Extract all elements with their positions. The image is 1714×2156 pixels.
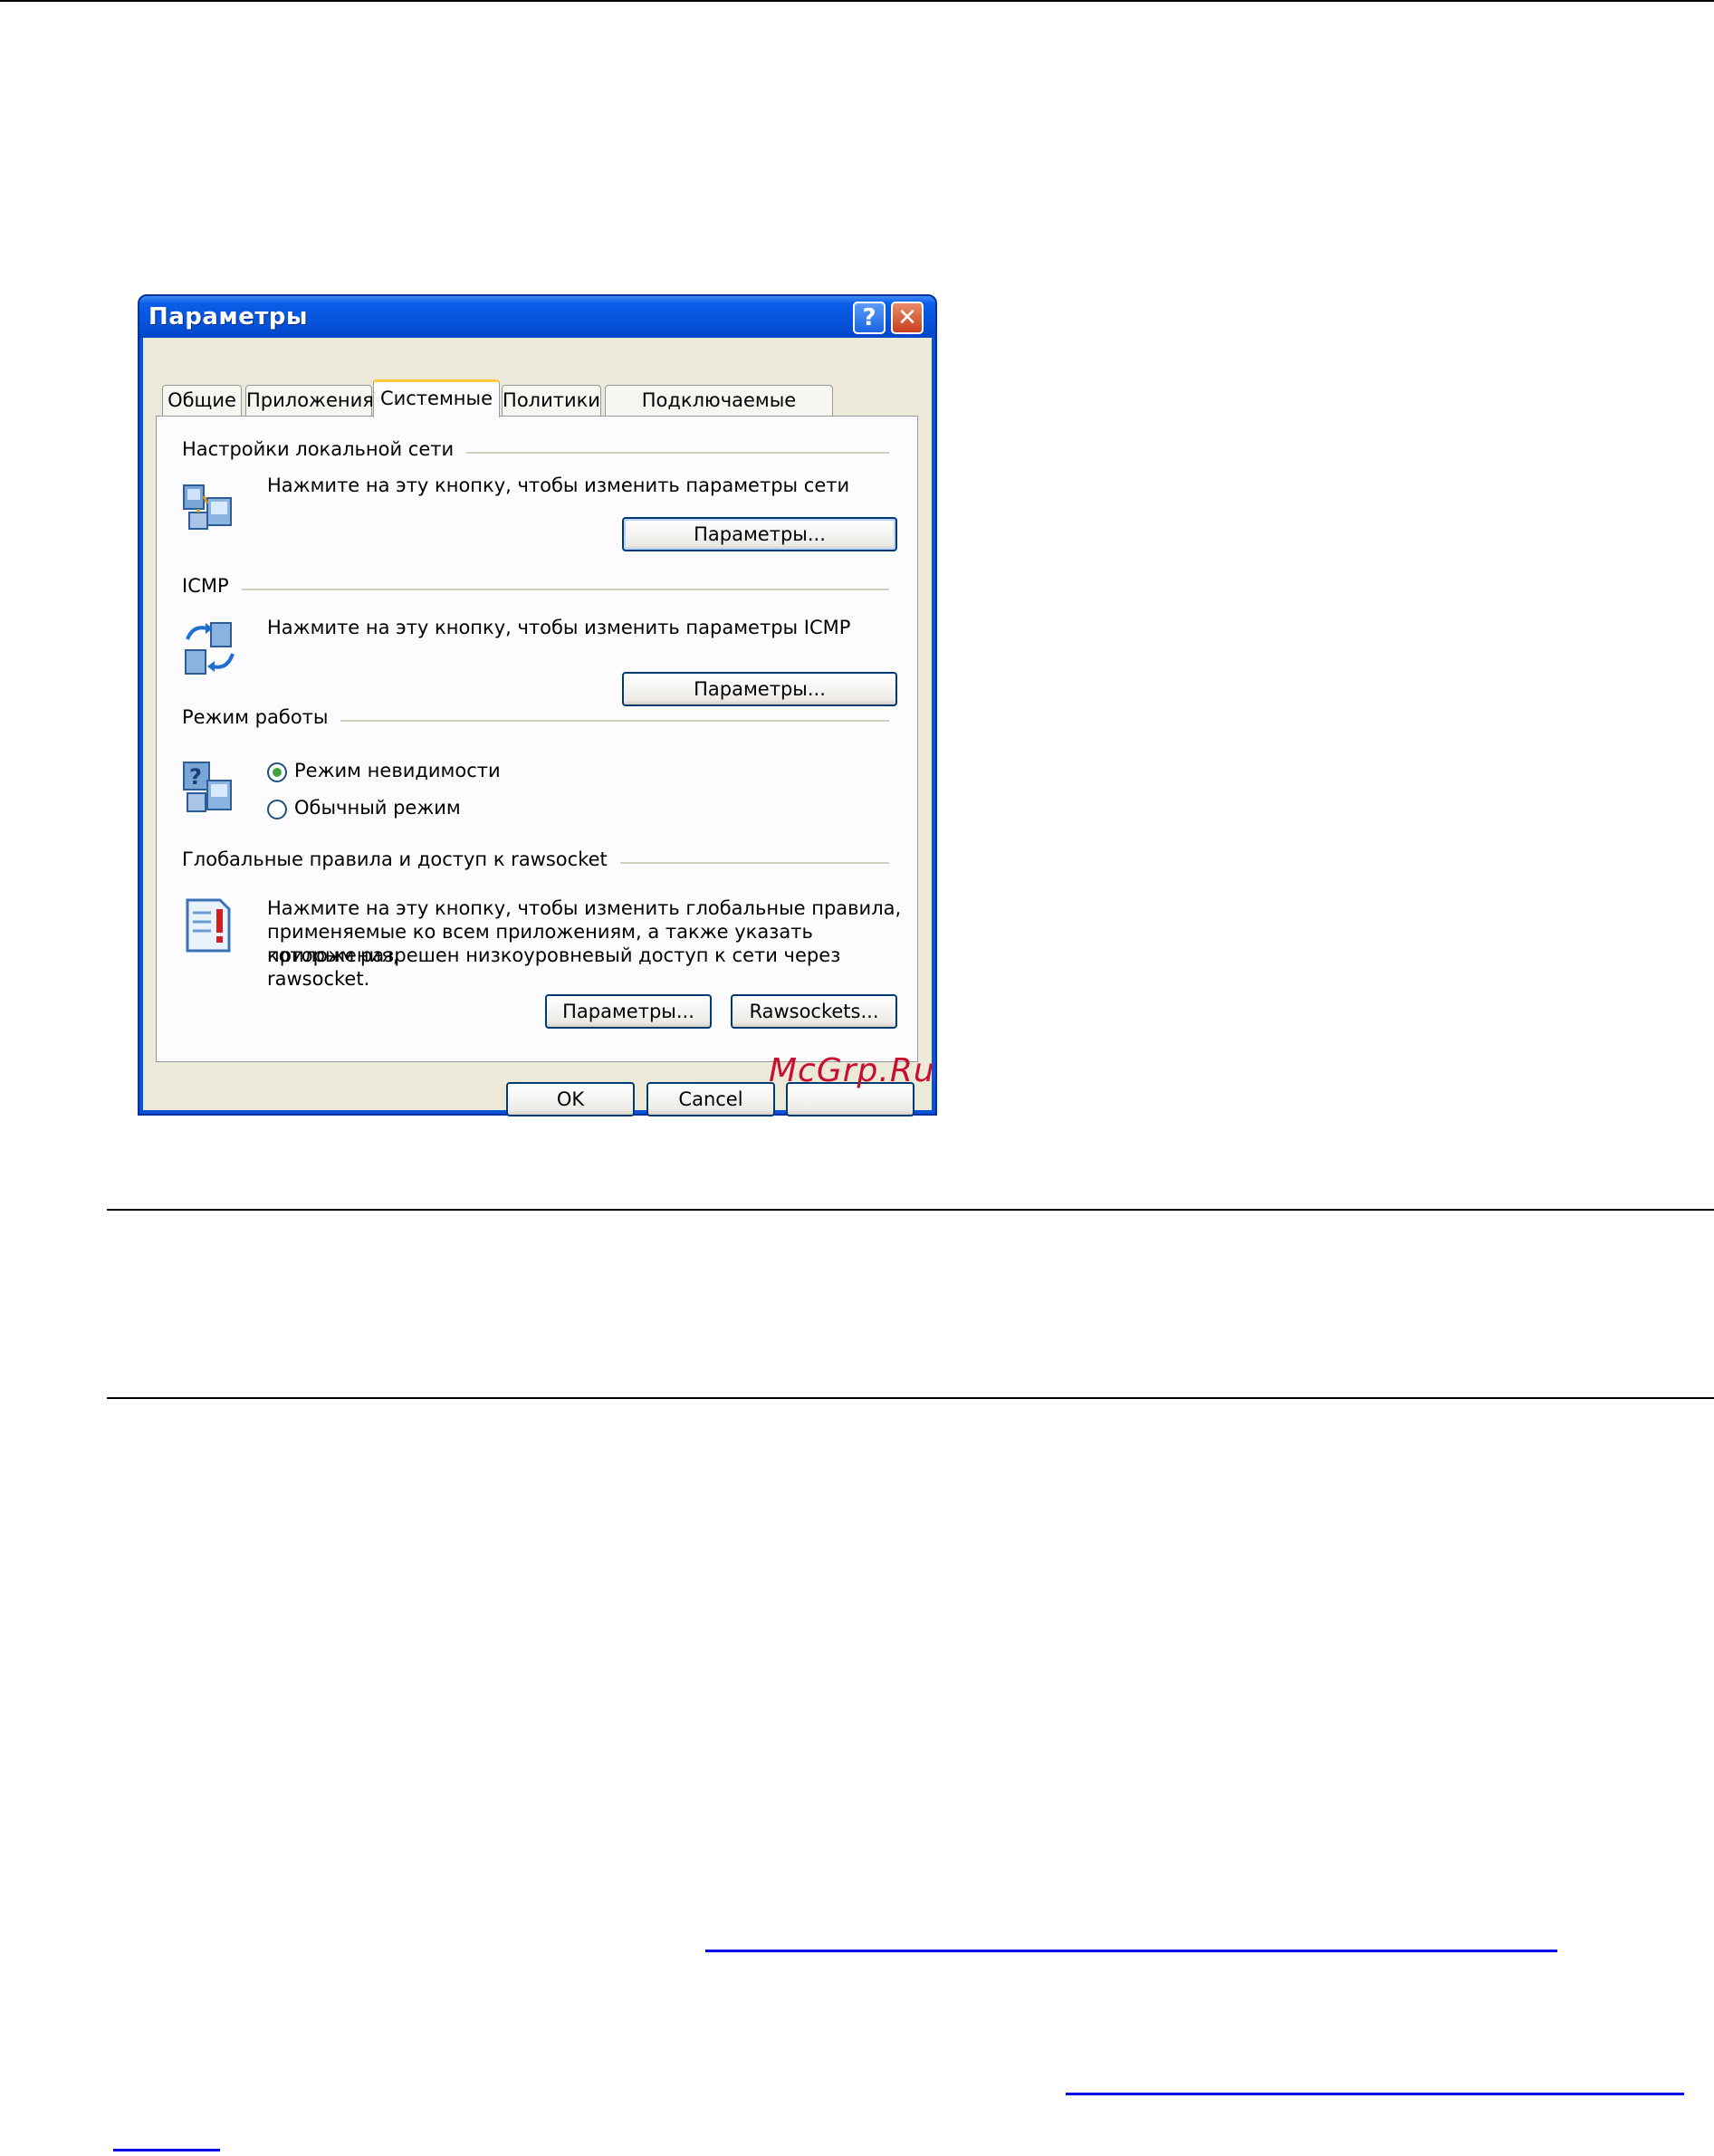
section-divider-top [107, 1209, 1714, 1211]
normal-mode-label[interactable]: Обычный режим [294, 797, 461, 819]
tab-general[interactable]: Общие [162, 385, 242, 416]
tab-plugins[interactable]: Подключаемые модули [605, 385, 833, 440]
help-button[interactable]: ? [853, 302, 886, 334]
title-bar[interactable]: Параметры ? ✕ [139, 296, 935, 338]
mode-group-title: Режим работы [182, 706, 341, 728]
lan-description: Нажмите на эту кнопку, чтобы изменить па… [267, 474, 850, 496]
icmp-description: Нажмите на эту кнопку, чтобы изменить па… [267, 617, 851, 638]
icmp-exchange-icon [180, 618, 240, 677]
ok-button[interactable]: OK [506, 1082, 635, 1116]
question-icon: ? [862, 304, 876, 331]
lan-params-button[interactable]: Параметры... [622, 517, 897, 551]
tab-system[interactable]: Системные [373, 379, 500, 417]
normal-mode-radio[interactable] [267, 800, 287, 819]
stealth-mode-label[interactable]: Режим невидимости [294, 760, 501, 781]
icmp-group-title: ICMP [182, 575, 242, 597]
icmp-params-button[interactable]: Параметры... [622, 672, 897, 706]
window-title: Параметры [148, 303, 309, 331]
global-rules-description-1: Нажмите на эту кнопку, чтобы изменить гл… [267, 897, 902, 919]
hyperlink-underline[interactable] [113, 2149, 220, 2151]
dialog-client-area: Общие Приложения Системные Политики Подк… [143, 338, 932, 1116]
group-divider [182, 589, 889, 590]
global-rules-description-3: которым разрешен низкоуровневый доступ к… [267, 944, 841, 990]
tab-applications[interactable]: Приложения [245, 385, 374, 416]
document-alert-icon [184, 896, 233, 954]
svg-text:?: ? [189, 764, 202, 790]
lan-group-title: Настройки локальной сети [182, 438, 467, 460]
cancel-button[interactable]: Cancel [646, 1082, 775, 1116]
hyperlink-underline[interactable] [1066, 2093, 1684, 2095]
system-tab-panel: Настройки локальной сети Нажмите на эту … [156, 416, 918, 1062]
hyperlink-underline[interactable] [705, 1950, 1557, 1952]
rawsockets-button[interactable]: Rawsockets... [731, 994, 897, 1029]
top-rule [0, 0, 1714, 2]
global-params-button[interactable]: Параметры... [545, 994, 712, 1029]
close-button[interactable]: ✕ [891, 302, 924, 334]
tab-policies[interactable]: Политики [502, 385, 601, 416]
stealth-mode-radio[interactable] [267, 762, 287, 782]
network-question-icon: ? [180, 759, 238, 815]
close-icon: ✕ [897, 304, 917, 331]
network-computers-icon [180, 476, 238, 534]
section-divider-bottom [107, 1397, 1714, 1399]
global-rules-group-title: Глобальные правила и доступ к rawsocket [182, 848, 620, 870]
watermark-text: McGrp.Ru [769, 1052, 935, 1089]
settings-dialog: Параметры ? ✕ Общие Приложения Системные… [138, 294, 937, 1116]
